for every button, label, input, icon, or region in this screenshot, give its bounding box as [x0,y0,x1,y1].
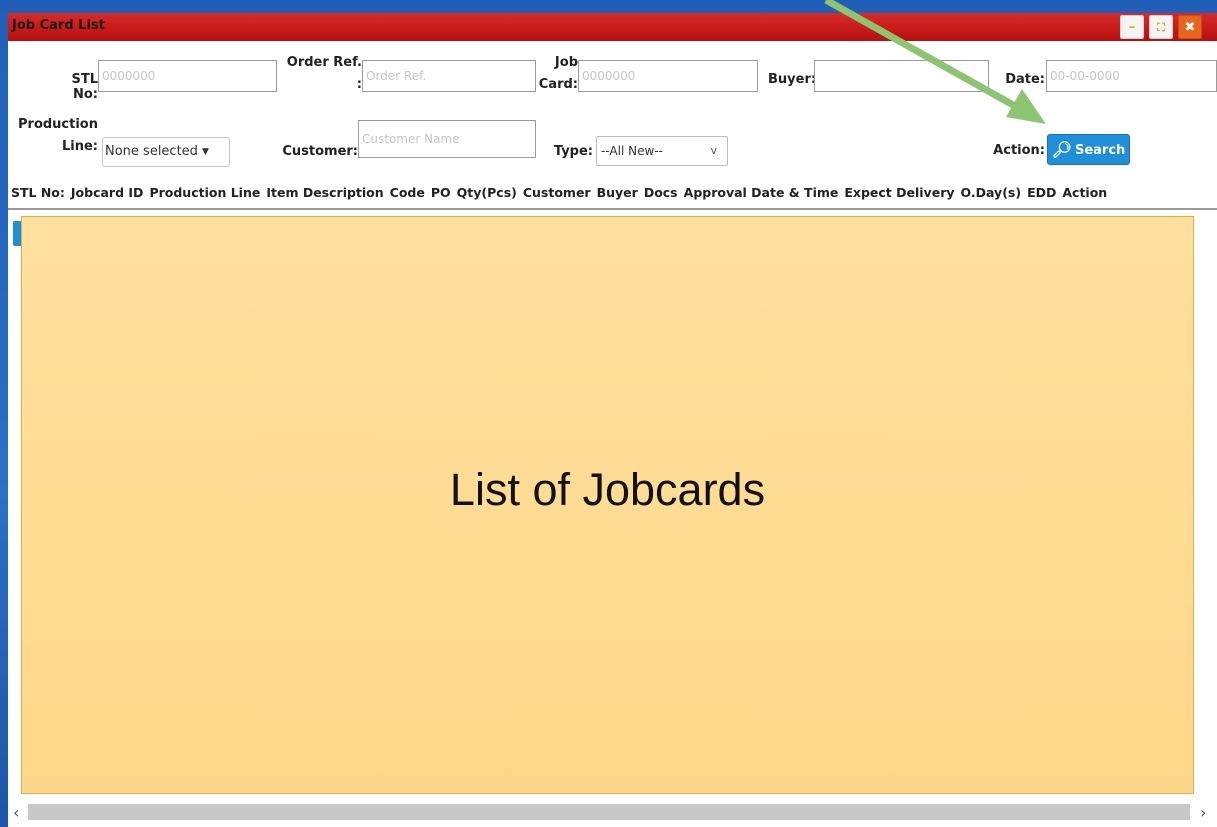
maximize-button[interactable]: ⛶ [1149,15,1173,39]
production-line-selected: None selected [105,144,198,159]
search-icon: 🔎︎ [1051,140,1072,159]
buyer-input[interactable] [814,60,989,92]
type-selected: --All New-- [601,144,663,158]
column-header: Jobcard ID [70,184,144,200]
table-header: STL No: Jobcard ID Production Line Item Des… [8,176,1217,210]
job-card-label-line2: Card: [538,77,578,92]
column-header: Docs [643,184,678,200]
chevron-right-icon[interactable]: › [1200,803,1206,822]
column-header: EDD [1027,184,1057,200]
close-button[interactable]: ✖ [1178,15,1202,39]
column-header: O.Day(s) [960,184,1022,200]
column-header: Production Line [149,184,261,200]
stl-no-input[interactable] [98,60,277,92]
column-header: Item Description [266,184,384,200]
column-header: Qty(Pcs) [456,184,517,200]
scrollbar-track[interactable] [28,804,1190,820]
type-label: Type: [553,144,593,159]
column-header: Approval Date & Time [683,184,839,200]
order-ref-label-colon: : [356,77,362,92]
type-select[interactable]: --All New-- v [596,136,728,166]
action-label: Action: [993,143,1045,158]
search-button[interactable]: 🔎︎ Search [1047,134,1130,165]
date-input[interactable] [1046,60,1217,92]
production-line-multiselect[interactable]: None selected ▼ [102,137,230,167]
window-titlebar[interactable]: Job Card List – ⛶ ✖ [8,13,1217,41]
order-ref-label: Order Ref. [286,55,362,70]
window-title: Job Card List [12,18,105,33]
production-line-label: Production [18,117,98,132]
chevron-down-icon: v [710,144,717,157]
column-header: PO [430,184,451,200]
order-ref-input[interactable] [362,60,536,92]
caret-down-icon: ▼ [201,147,209,157]
buyer-label: Buyer: [768,72,817,87]
customer-label: Customer: [282,144,358,159]
column-header: Buyer [596,184,638,200]
column-header: Action [1062,184,1108,200]
job-card-label: Job [554,55,578,70]
stl-no-label: STL No: [71,72,98,102]
column-header: Code [389,184,425,200]
list-of-jobcards-text: List of Jobcards [449,464,766,515]
customer-input[interactable] [358,120,536,158]
column-header: Expect Delivery [844,184,955,200]
column-header: STL No: [11,184,65,200]
date-label: Date: [1005,72,1045,87]
job-card-list-window: Job Card List – ⛶ ✖ STL No: Order Ref. :… [8,13,1217,827]
jobcard-list-area: List of Jobcards [21,216,1194,794]
row-action-stub[interactable] [13,221,21,246]
horizontal-scrollbar[interactable]: ‹ › [8,801,1217,827]
minimize-button[interactable]: – [1120,15,1144,39]
job-card-input[interactable] [578,60,758,92]
column-header: Customer [522,184,591,200]
search-button-label: Search [1074,143,1126,158]
production-line-label-line2: Line: [61,139,98,154]
chevron-left-icon[interactable]: ‹ [13,803,19,822]
